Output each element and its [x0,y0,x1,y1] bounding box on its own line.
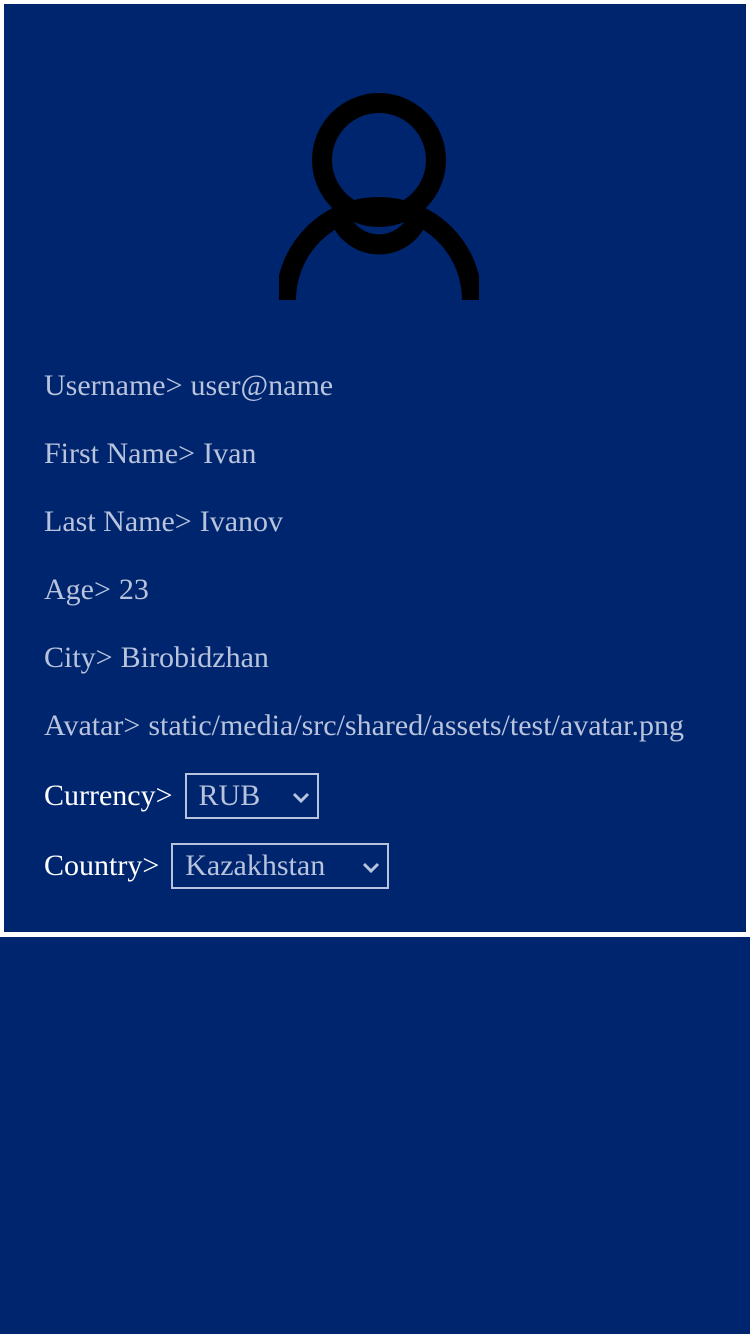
first-name-label: First Name> [44,437,196,470]
currency-select[interactable]: RUB [184,773,319,819]
age-field: Age> 23 [44,570,706,610]
username-value: user@name [190,369,334,402]
profile-card: Username> user@name First Name> Ivan Last … [4,4,746,932]
last-name-value: Ivanov [199,505,284,538]
country-select[interactable]: Kazakhstan [171,843,390,889]
user-icon [279,93,479,300]
avatar [279,90,479,300]
first-name-value: Ivan [203,437,257,470]
country-row: Country> Kazakhstan [44,841,390,891]
country-label: Country> [44,849,160,882]
avatar-value: static/media/src/shared/assets/test/avat… [148,709,684,742]
currency-row: Currency> RUB [44,771,319,821]
last-name-label: Last Name> [44,505,192,538]
page-background-area [0,937,750,1334]
city-value: Birobidzhan [120,641,269,674]
last-name-field: Last Name> Ivanov [44,502,706,542]
age-value: 23 [118,573,149,606]
avatar-field: Avatar> static/media/src/shared/assets/te… [44,706,706,746]
country-selected-value: Kazakhstan [185,849,326,882]
city-label: City> [44,641,113,674]
username-label: Username> [44,369,183,402]
page: Username> user@name First Name> Ivan Last … [0,0,750,1334]
username-field: Username> user@name [44,366,706,406]
currency-selected-value: RUB [198,779,261,812]
chevron-down-icon [292,792,309,804]
currency-label: Currency> [44,779,173,812]
avatar-label: Avatar> [44,709,141,742]
chevron-down-icon [363,862,380,874]
city-field: City> Birobidzhan [44,638,706,678]
first-name-field: First Name> Ivan [44,434,706,474]
age-label: Age> [44,573,111,606]
